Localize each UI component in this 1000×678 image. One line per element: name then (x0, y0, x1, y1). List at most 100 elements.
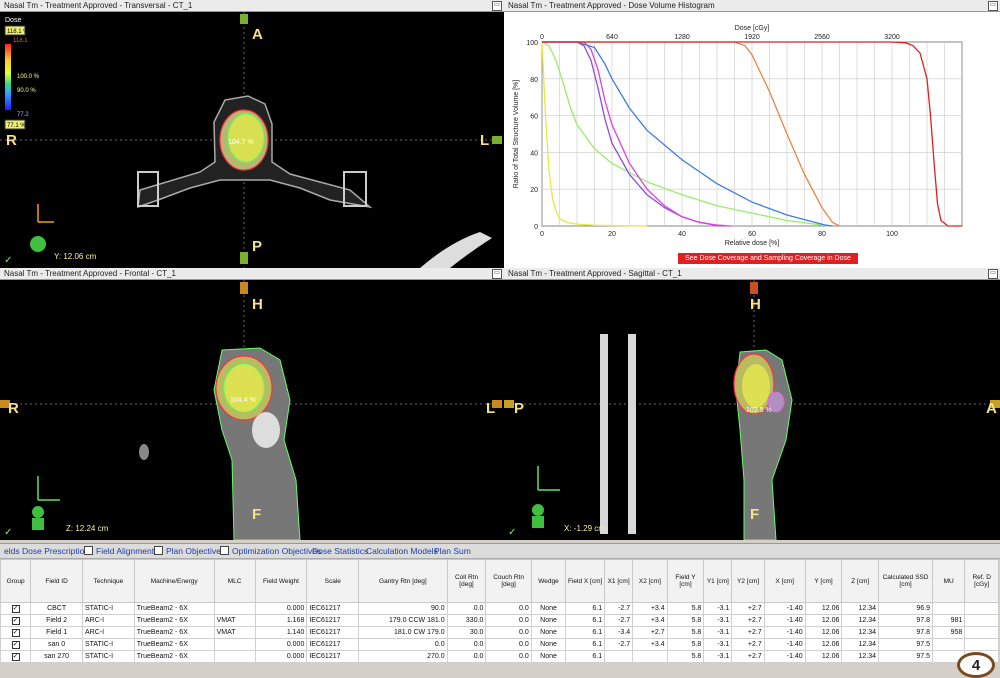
table-cell (213, 638, 256, 651)
group-checkbox[interactable]: ✓ (0, 650, 32, 663)
table-cell: -2.7 (604, 638, 634, 651)
column-header[interactable]: Coll Rtn [deg] (446, 559, 487, 603)
sagittal-coordinate: X: -1.29 cm (564, 524, 605, 533)
sagittal-view[interactable]: Nasal Tm - Treatment Approved - Sagittal… (504, 268, 1000, 540)
column-header[interactable]: Y1 [cm] (703, 559, 733, 603)
y-tick-label: 100 (526, 40, 538, 47)
table-cell: 30.0 (446, 626, 487, 639)
column-header[interactable]: Group (0, 559, 32, 603)
frontal-image[interactable]: 104.4 % (0, 280, 504, 540)
column-header[interactable]: Machine/Energy (133, 559, 215, 603)
column-header[interactable]: Calculated SSD [cm] (878, 559, 933, 603)
checkbox-icon[interactable]: ✓ (11, 616, 20, 625)
group-checkbox[interactable]: ✓ (0, 626, 32, 639)
table-cell: ARC-I (81, 626, 135, 639)
page-number-badge: 4 (957, 652, 995, 678)
column-header[interactable]: Field Weight (254, 559, 308, 603)
dvh-chart[interactable]: 0204060801000 20 40 60 80 1000 640 1280 1920 2560… (504, 12, 1000, 254)
checkbox-icon[interactable]: ✓ (11, 604, 20, 613)
column-header[interactable]: Z [cm] (841, 559, 880, 603)
table-cell: IEC61217 (306, 626, 360, 639)
table-cell: None (530, 650, 567, 663)
column-header[interactable]: X2 [cm] (632, 559, 668, 603)
column-header[interactable]: Y [cm] (804, 559, 843, 603)
frontal-label-left: R (8, 400, 19, 417)
column-header[interactable]: MU (931, 559, 966, 603)
y-tick-label: 20 (530, 187, 538, 194)
maximize-icon[interactable]: ▭ (988, 269, 998, 279)
column-header[interactable]: X1 [cm] (604, 559, 634, 603)
table-cell: 97.8 (878, 614, 933, 627)
table-cell: 0.0 (446, 638, 487, 651)
x-axis-label: Relative dose [%] (725, 240, 780, 247)
maximize-icon[interactable]: ▭ (988, 1, 998, 11)
column-header[interactable]: Wedge (530, 559, 567, 603)
table-cell (964, 638, 999, 651)
table-cell: 270.0 (358, 650, 448, 663)
transversal-view[interactable]: Nasal Tm - Treatment Approved - Transver… (0, 0, 504, 268)
column-header[interactable]: Gantry Rtn [deg] (358, 559, 448, 603)
table-cell: TrueBeam2 - 6X (133, 614, 215, 627)
x-tick-label: 40 (678, 231, 686, 238)
checkbox-icon[interactable]: ✓ (11, 640, 20, 649)
dvh-pane[interactable]: Nasal Tm - Treatment Approved - Dose Vol… (504, 0, 1000, 268)
column-header[interactable]: MLC (213, 559, 256, 603)
table-cell: None (530, 638, 567, 651)
table-cell: +2.7 (731, 638, 765, 651)
frontal-view[interactable]: Nasal Tm - Treatment Approved - Frontal … (0, 268, 504, 540)
sagittal-label-left: P (514, 400, 525, 417)
table-row[interactable]: ✓ san 0 STATIC-I TrueBeam2 - 6X 0.000 IEC6121… (0, 638, 999, 651)
table-cell: -2.7 (604, 602, 634, 615)
table-cell: -1.40 (763, 614, 806, 627)
table-cell: +3.4 (632, 638, 668, 651)
y-tick-label: 80 (530, 77, 538, 84)
table-cell: 96.9 (878, 602, 933, 615)
table-cell: +3.4 (632, 602, 668, 615)
group-checkbox[interactable]: ✓ (0, 638, 32, 651)
top-tick-label: 0 (540, 34, 544, 41)
table-row[interactable]: ✓ Field 1 ARC-I TrueBeam2 - 6X VMAT 1.140 IEC6… (0, 626, 999, 639)
transversal-dose-label: 104.7 % (228, 139, 254, 146)
table-cell: TrueBeam2 - 6X (133, 602, 215, 615)
table-cell: -1.40 (763, 638, 806, 651)
checkbox-icon[interactable]: ✓ (11, 652, 20, 661)
top-tick-label: 640 (606, 34, 618, 41)
column-header[interactable]: Field X [cm] (565, 559, 606, 603)
maximize-icon[interactable]: ▭ (492, 269, 502, 279)
table-cell: TrueBeam2 - 6X (133, 626, 215, 639)
group-checkbox[interactable]: ✓ (0, 602, 32, 615)
table-row[interactable]: ✓ CBCT STATIC-I TrueBeam2 - 6X 0.000 IEC61217… (0, 602, 999, 615)
group-checkbox[interactable]: ✓ (0, 614, 32, 627)
table-cell: 12.06 (804, 626, 843, 639)
column-header[interactable]: Field ID (30, 559, 83, 603)
table-cell: IEC61217 (306, 638, 360, 651)
table-cell: STATIC-I (81, 638, 135, 651)
checkmark-icon: ✓ (4, 255, 13, 266)
column-header[interactable]: Couch Rtn [deg] (485, 559, 532, 603)
table-row[interactable]: ✓ Field 2 ARC-I TrueBeam2 - 6X VMAT 1.168 IEC6… (0, 614, 999, 627)
sagittal-image[interactable]: 103.5 % (504, 280, 1000, 540)
table-cell: 97.5 (878, 650, 933, 663)
dvh-coverage-warning[interactable]: See Dose Coverage and Sampling Coverage … (678, 253, 858, 268)
column-header[interactable]: Ref. D [cGy] (964, 559, 999, 603)
table-cell: -3.1 (703, 650, 733, 663)
transversal-image[interactable]: 104.7 % (0, 12, 504, 268)
table-cell: 0.000 (254, 602, 308, 615)
table-cell (213, 650, 256, 663)
column-header[interactable]: X [cm] (763, 559, 806, 603)
table-cell (931, 638, 966, 651)
checkbox-icon[interactable]: ✓ (11, 628, 20, 637)
transversal-label-bottom: P (252, 238, 263, 255)
tab-plan-sum[interactable]: Plan Sum (430, 545, 475, 558)
maximize-icon[interactable]: ▭ (492, 1, 502, 11)
column-header[interactable]: Y2 [cm] (731, 559, 765, 603)
table-row[interactable]: ✓ san 270 STATIC-I TrueBeam2 - 6X 0.000 IEC61… (0, 650, 999, 663)
table-cell: 90.0 (358, 602, 448, 615)
table-cell: 0.0 (485, 626, 532, 639)
sagittal-dose-label: 103.5 % (746, 407, 772, 414)
column-header[interactable]: Field Y [cm] (666, 559, 705, 603)
column-header[interactable]: Technique (81, 559, 135, 603)
column-header[interactable]: Scale (306, 559, 360, 603)
table-cell: 1.140 (254, 626, 308, 639)
x-tick-label: 0 (540, 231, 544, 238)
